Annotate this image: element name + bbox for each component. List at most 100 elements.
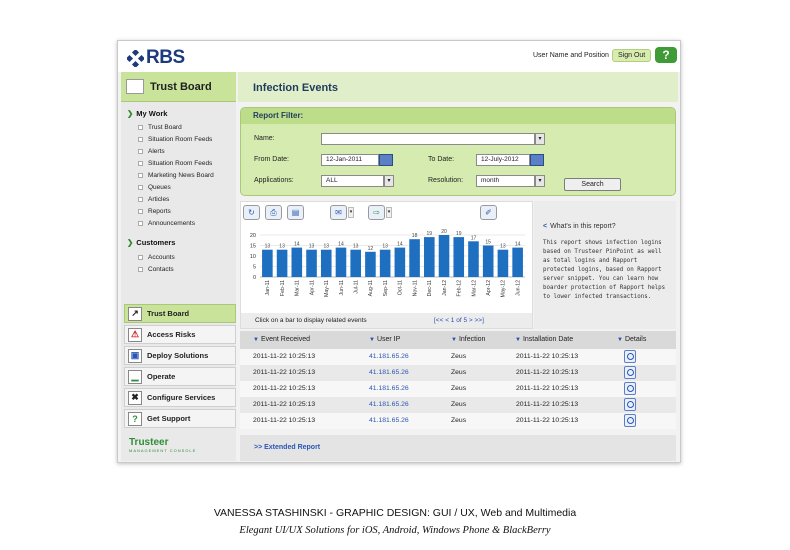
data-label: 13 (500, 244, 506, 250)
table-footer: >> Extended Report (240, 435, 676, 461)
table-row[interactable]: 2011-11-22 10:25:13 41.181.65.26 Zeus 20… (240, 397, 676, 413)
nav-item-alerts[interactable]: Alerts (138, 148, 165, 155)
help-button[interactable]: ? (655, 47, 677, 63)
chart-bar[interactable] (424, 237, 435, 277)
details-icon[interactable] (624, 414, 636, 427)
resolution-select[interactable]: month (476, 175, 535, 187)
menu-configure-services-button[interactable]: ✖ Configure Services (124, 388, 236, 407)
nav-item-contacts[interactable]: Contacts (138, 266, 174, 273)
chart-bar[interactable] (482, 245, 494, 278)
table-row[interactable]: 2011-11-22 10:25:13 41.181.65.26 Zeus 20… (240, 413, 676, 429)
column-user-ip[interactable]: ▼ User IP (369, 336, 400, 343)
export-icon[interactable]: ⇨ (368, 205, 385, 220)
chart-pager[interactable]: [<< < 1 of 5 > >>] (434, 317, 484, 324)
details-icon[interactable] (624, 398, 636, 411)
event-received-cell: 2011-11-22 10:25:13 (253, 369, 316, 376)
chart-bar[interactable] (394, 247, 406, 277)
sort-arrow-icon: ▼ (451, 337, 457, 343)
chart-bar[interactable] (438, 235, 450, 277)
table-row[interactable]: 2011-11-22 10:25:13 41.181.65.26 Zeus 20… (240, 349, 676, 365)
sign-out-button[interactable]: Sign Out (612, 49, 652, 62)
menu-deploy-solutions-button[interactable]: ▣ Deploy Solutions (124, 346, 236, 365)
infection-cell: Zeus (451, 353, 467, 360)
chart-bar[interactable] (276, 249, 288, 277)
info-body: This report shows infection logins based… (543, 240, 666, 300)
chevron-left-icon: < (543, 223, 548, 230)
x-tick-label: Dec-11 (427, 280, 433, 296)
nav-item-marketing-news-board[interactable]: Marketing News Board (138, 172, 214, 179)
chevron-down-icon[interactable]: ▾ (535, 133, 545, 145)
x-tick-label: Mar-11 (295, 280, 301, 296)
chevron-down-icon[interactable]: ▾ (348, 207, 354, 218)
chart-bar[interactable] (291, 247, 303, 277)
chart-bar[interactable] (320, 249, 332, 277)
to-date-input[interactable]: 12-July-2012 (476, 154, 530, 166)
email-icon[interactable]: ✉ (330, 205, 347, 220)
user-ip-link[interactable]: 41.181.65.26 (369, 417, 409, 424)
menu-access-risks-button[interactable]: ⚠ Access Risks (124, 325, 236, 344)
column-installation-date[interactable]: ▼ Installation Date (515, 336, 573, 343)
chevron-down-icon[interactable]: ▾ (386, 207, 392, 218)
chevron-down-icon[interactable]: ▾ (384, 175, 394, 187)
chart-footer: Click on a bar to display related events… (241, 313, 532, 328)
chart-bar[interactable] (512, 247, 523, 277)
chart-bar[interactable] (453, 237, 465, 277)
main-header: Infection Events (238, 72, 678, 102)
user-ip-link[interactable]: 41.181.65.26 (369, 385, 409, 392)
calendar-icon[interactable] (530, 154, 544, 166)
calendar-icon[interactable] (379, 154, 393, 166)
save-icon[interactable]: ▤ (287, 205, 304, 220)
menu-operate-button[interactable]: ▁ Operate (124, 367, 236, 386)
applications-select[interactable]: ALL (321, 175, 384, 187)
data-label: 14 (294, 242, 300, 248)
nav-item-announcements[interactable]: Announcements (138, 220, 195, 227)
chart-bar[interactable] (409, 239, 420, 277)
nav-item-reports[interactable]: Reports (138, 208, 171, 215)
details-icon[interactable] (624, 366, 636, 379)
my-work-heading[interactable]: ❯ My Work (127, 109, 167, 118)
chart-bar[interactable] (262, 249, 273, 277)
column-infection[interactable]: ▼ Infection (451, 336, 485, 343)
chevron-down-icon[interactable]: ▾ (535, 175, 545, 187)
chart-bar[interactable] (335, 247, 347, 277)
nav-item-situation-room-feeds[interactable]: Situation Room Feeds (138, 136, 212, 143)
extended-report-link[interactable]: >> Extended Report (254, 444, 320, 451)
chart-bar[interactable] (468, 241, 479, 277)
comment-icon[interactable]: ✐ (480, 205, 497, 220)
rbs-logo-icon (127, 49, 144, 67)
print-icon[interactable]: ⎙ (265, 205, 282, 220)
chart-bar[interactable] (497, 249, 509, 277)
details-icon[interactable] (624, 382, 636, 395)
user-ip-link[interactable]: 41.181.65.26 (369, 353, 409, 360)
nav-item-queues[interactable]: Queues (138, 184, 171, 191)
user-ip-link[interactable]: 41.181.65.26 (369, 369, 409, 376)
user-ip-link[interactable]: 41.181.65.26 (369, 401, 409, 408)
details-icon[interactable] (624, 350, 636, 363)
chart-panel: ↻ ⎙ ▤ ✉ ▾ ⇨ ▾ ✐ 0 5 10 15 20 13 Jan-11 13 Feb-11… (240, 201, 533, 329)
info-heading[interactable]: < What's in this report? (543, 223, 616, 230)
deploy-icon: ▣ (128, 348, 142, 363)
column-details[interactable]: ▼ Details (617, 336, 646, 343)
y-tick-label: 10 (250, 254, 256, 260)
chart-bar[interactable] (350, 249, 361, 277)
column-event-received[interactable]: ▼ Event Received (253, 336, 310, 343)
chart-bar[interactable] (379, 249, 391, 277)
name-select[interactable] (321, 133, 535, 145)
data-label: 15 (485, 240, 491, 246)
menu-trust-board-button[interactable]: ↗ Trust Board (124, 304, 236, 323)
refresh-icon[interactable]: ↻ (243, 205, 260, 220)
nav-item-trust-board[interactable]: Trust Board (138, 124, 182, 131)
menu-get-support-button[interactable]: ? Get Support (124, 409, 236, 428)
table-row[interactable]: 2011-11-22 10:25:13 41.181.65.26 Zeus 20… (240, 381, 676, 397)
nav-item-articles[interactable]: Articles (138, 196, 169, 203)
sort-arrow-icon: ▼ (253, 337, 259, 343)
search-button[interactable]: Search (564, 178, 621, 191)
nav-item-situation-room-feeds-2[interactable]: Situation Room Feeds (138, 160, 212, 167)
chevron-right-icon: ❯ (127, 109, 134, 118)
nav-item-accounts[interactable]: Accounts (138, 254, 175, 261)
chart-bar[interactable] (365, 251, 376, 277)
from-date-input[interactable]: 12-Jan-2011 (321, 154, 379, 166)
table-row[interactable]: 2011-11-22 10:25:13 41.181.65.26 Zeus 20… (240, 365, 676, 381)
customers-heading[interactable]: ❯ Customers (127, 238, 175, 247)
chart-bar[interactable] (306, 249, 317, 277)
